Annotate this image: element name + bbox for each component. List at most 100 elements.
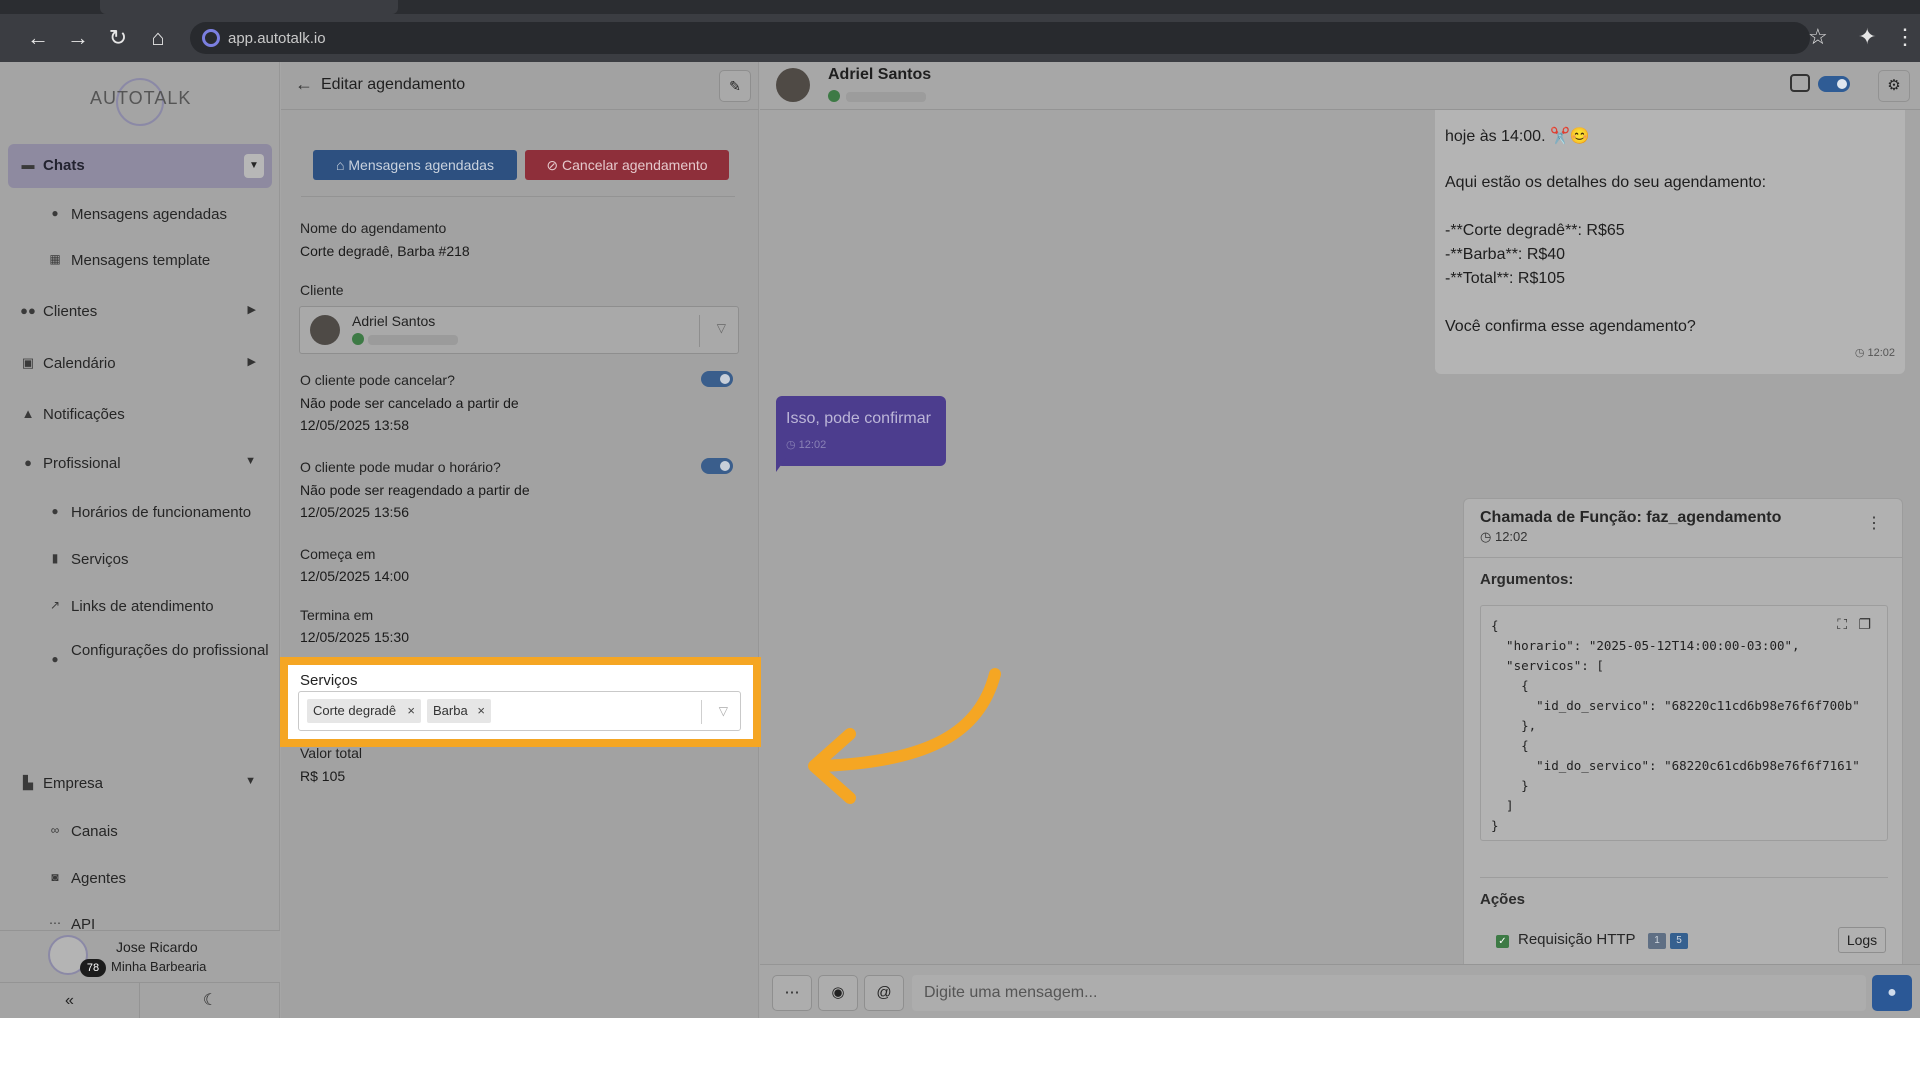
chevron-right-icon: ▶	[247, 304, 256, 316]
can-cancel-toggle[interactable]	[701, 371, 733, 387]
expand-icon[interactable]: ⛶	[1837, 616, 1847, 633]
bot-toggle[interactable]	[1818, 76, 1850, 92]
redacted-phone	[846, 92, 926, 102]
sidebar: AUTOTALK ▬ Chats ▼ ● Mensagens agendadas…	[0, 62, 280, 1018]
sidebar-item-chats[interactable]: ▬ Chats ▼	[8, 144, 272, 188]
scheduled-messages-button[interactable]: ⌂ Mensagens agendadas	[313, 150, 517, 180]
robot-icon: ◙	[51, 870, 59, 884]
chevron-down-icon[interactable]: ▼	[244, 154, 264, 178]
service-tag[interactable]: Corte degradê ×	[307, 699, 421, 723]
external-link-icon: ↗	[49, 598, 61, 612]
cancel-appointment-button[interactable]: ⊘ Cancelar agendamento	[525, 150, 729, 180]
http-request-label: Requisição HTTP	[1518, 931, 1636, 948]
bookmark-star-icon[interactable]: ☆	[1808, 24, 1828, 50]
count-badge: 1	[1648, 933, 1666, 949]
whatsapp-icon	[352, 333, 364, 345]
extensions-icon[interactable]: ✦	[1858, 24, 1876, 50]
services-label: Serviços	[300, 672, 358, 689]
template-icon: ▦	[49, 252, 61, 266]
notification-badge: 78	[80, 959, 106, 977]
browser-tab[interactable]	[100, 0, 398, 14]
collapse-sidebar-icon[interactable]: «	[0, 983, 140, 1018]
starts-label: Começa em	[300, 546, 376, 562]
chevron-down-icon[interactable]: ▽	[717, 321, 726, 335]
can-cancel-date: 12/05/2025 13:58	[300, 417, 409, 433]
reload-icon[interactable]: ↻	[104, 24, 132, 52]
actions-label: Ações	[1480, 891, 1526, 908]
avatar	[776, 68, 810, 102]
back-arrow-icon[interactable]: ←	[295, 74, 313, 95]
copy-icon[interactable]: ❐	[1858, 616, 1871, 633]
attachment-icon[interactable]: @	[864, 975, 904, 1011]
can-reschedule-toggle[interactable]	[701, 458, 733, 474]
services-highlight: Serviços Corte degradê × Barba × ▽	[280, 657, 761, 747]
total-value: R$ 105	[300, 768, 346, 784]
ends-value: 12/05/2025 15:30	[300, 629, 409, 645]
can-reschedule-value: Não pode ser reagendado a partir de	[300, 482, 530, 498]
client-name: Adriel Santos	[352, 313, 436, 329]
forward-arrow-icon[interactable]: →	[64, 24, 92, 52]
chat-panel: Adriel Santos ⚙ hoje às 14:00. ✂️😊 Aqui …	[760, 62, 1920, 1018]
url-text: app.autotalk.io	[228, 30, 326, 47]
can-reschedule-label: O cliente pode mudar o horário?	[300, 459, 501, 475]
browser-menu-icon[interactable]: ⋮	[1894, 24, 1916, 50]
sidebar-item-notifications[interactable]: ▲ Notificações	[8, 393, 272, 437]
chevron-down-icon[interactable]: ▽	[719, 704, 728, 718]
services-field: Serviços Corte degradê × Barba × ▽	[288, 665, 753, 739]
more-options-icon[interactable]: ⋯	[772, 975, 812, 1011]
contact-name: Adriel Santos	[828, 66, 932, 83]
message-time: ◷ 12:02	[1854, 347, 1895, 359]
sidebar-item-clients[interactable]: ●● Clientes ▶	[8, 290, 272, 334]
arguments-label: Argumentos:	[1480, 571, 1574, 588]
site-icon	[202, 29, 220, 47]
camera-icon[interactable]: ◉	[818, 975, 858, 1011]
gear-icon[interactable]: ⚙	[1878, 70, 1910, 102]
message-composer: ⋯ ◉ @ Digite uma mensagem... ●	[760, 964, 1920, 1018]
can-cancel-label: O cliente pode cancelar?	[300, 372, 455, 388]
logo: AUTOTALK	[90, 72, 190, 132]
home-icon[interactable]: ⌂	[144, 24, 172, 52]
sidebar-item-professional[interactable]: ● Profissional ▼	[8, 442, 272, 486]
clock-icon: ●	[51, 504, 59, 518]
link-icon: ∞	[50, 823, 60, 837]
message-input[interactable]: Digite uma mensagem...	[912, 975, 1866, 1011]
logs-button[interactable]: Logs	[1838, 927, 1886, 953]
function-time: ◷ 12:02	[1480, 529, 1528, 544]
page-title: Editar agendamento	[321, 76, 466, 93]
service-tag[interactable]: Barba ×	[427, 699, 491, 723]
redacted-phone	[368, 335, 458, 345]
dark-mode-moon-icon[interactable]: ☾	[140, 983, 280, 1018]
chevron-right-icon: ▶	[247, 356, 256, 368]
building-icon: ▙	[23, 775, 33, 790]
microphone-icon[interactable]: ●	[1872, 975, 1912, 1011]
appointment-name-label: Nome do agendamento	[300, 220, 447, 236]
user-name: Jose Ricardo	[116, 939, 198, 955]
edit-icon[interactable]: ✎	[719, 70, 751, 102]
user-card[interactable]: 78 Jose Ricardo Minha Barbearia	[0, 930, 280, 982]
address-bar[interactable]: app.autotalk.io	[190, 22, 1810, 54]
chevron-down-icon: ▼	[245, 775, 256, 787]
avatar	[310, 315, 340, 345]
total-label: Valor total	[300, 745, 362, 761]
app-area: AUTOTALK ▬ Chats ▼ ● Mensagens agendadas…	[0, 62, 1920, 1018]
clock-icon: ●	[51, 206, 59, 220]
chat-header: Adriel Santos ⚙	[760, 62, 1920, 110]
tab-strip	[0, 0, 1920, 14]
services-select[interactable]: Corte degradê × Barba × ▽	[298, 691, 741, 731]
checkbox-icon[interactable]: ✓	[1496, 935, 1509, 948]
back-arrow-icon[interactable]: ←	[24, 24, 52, 52]
sidebar-item-calendar[interactable]: ▣ Calendário ▶	[8, 342, 272, 386]
user-cog-icon: ●	[51, 652, 59, 666]
users-icon: ●●	[20, 303, 36, 318]
sidebar-item-company[interactable]: ▙ Empresa ▼	[8, 762, 272, 806]
screen: ← → ↻ ⌂ app.autotalk.io ☆ ✦ ⋮ AUTOTALK ▬…	[0, 0, 1920, 1018]
more-options-icon[interactable]: ⋮	[1866, 513, 1882, 533]
client-select[interactable]: Adriel Santos ▽	[299, 306, 739, 354]
chat-icon: ▬	[21, 157, 35, 172]
remove-tag-icon[interactable]: ×	[477, 699, 485, 723]
remove-tag-icon[interactable]: ×	[407, 699, 415, 723]
calendar-icon: ▣	[21, 355, 35, 370]
appointment-name-value: Corte degradê, Barba #218	[300, 243, 470, 259]
whatsapp-icon	[828, 90, 840, 102]
sidebar-item-professional-settings[interactable]: ● Configurações do profissional	[36, 640, 272, 684]
